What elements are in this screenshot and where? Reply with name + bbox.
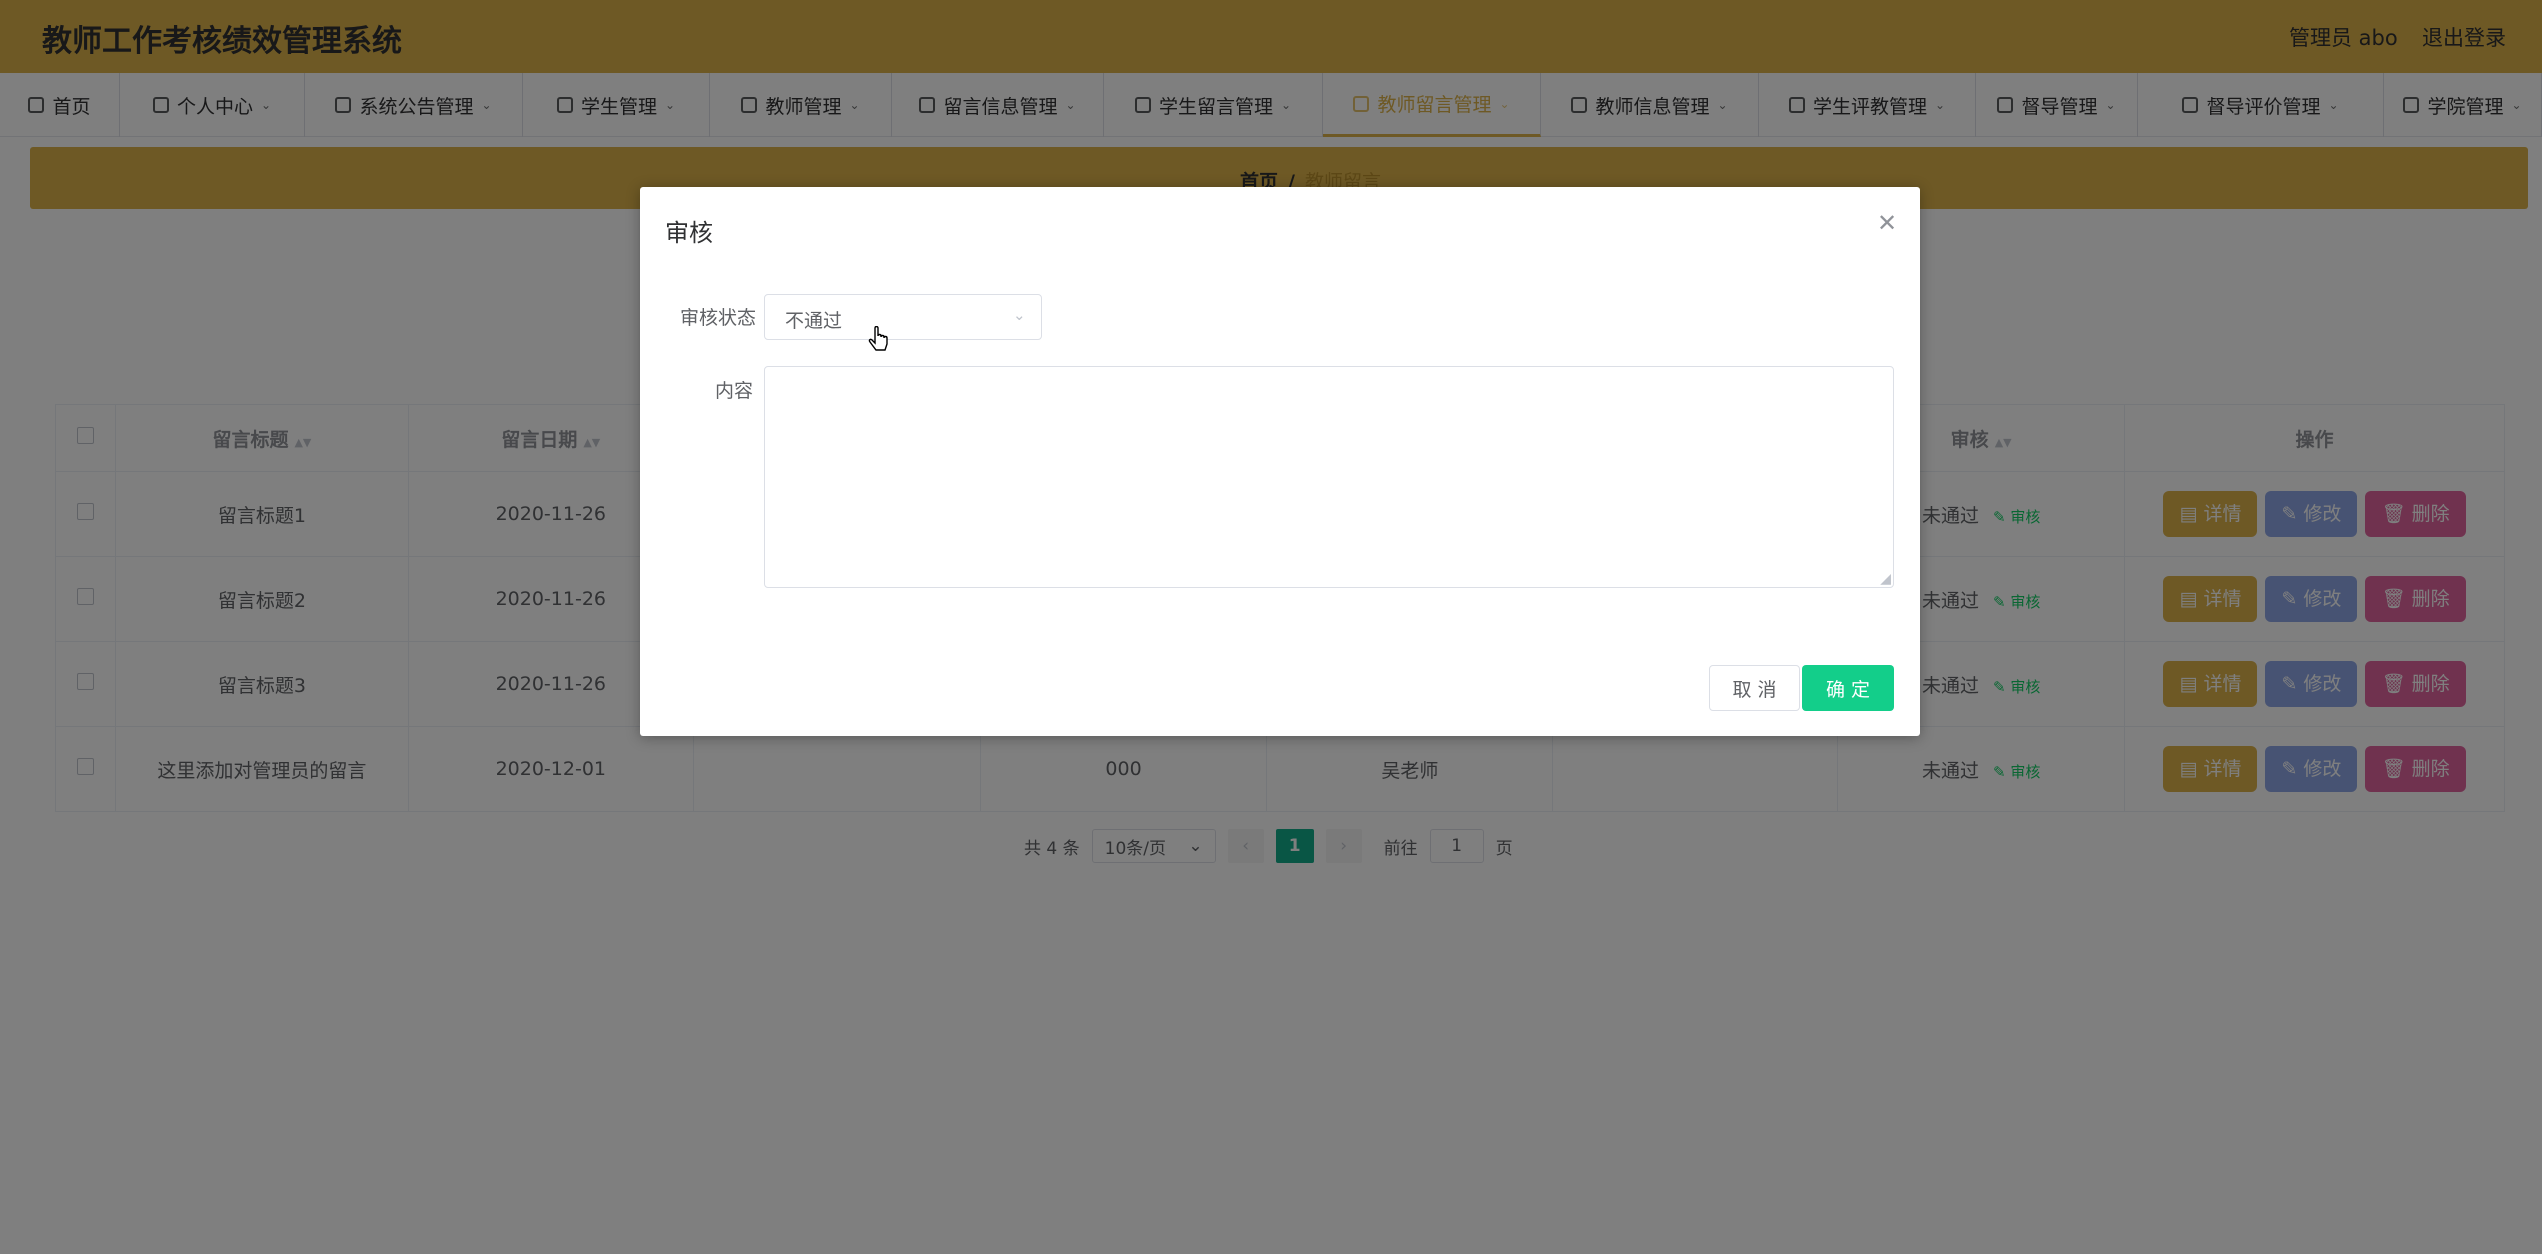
cancel-button[interactable]: 取 消 xyxy=(1709,665,1800,711)
resize-handle-icon[interactable]: ◢ xyxy=(1880,571,1891,587)
audit-status-value: 不通过 xyxy=(785,310,843,332)
chevron-down-icon: ⌄ xyxy=(1013,306,1026,324)
pointer-cursor-icon xyxy=(868,326,888,351)
audit-dialog: 审核 ✕ 审核状态 不通过 ⌄ 内容 ◢ 取 消 确 定 xyxy=(640,187,1920,736)
audit-status-label: 审核状态 xyxy=(680,307,757,329)
content-label: 内容 xyxy=(715,380,754,402)
dialog-title: 审核 xyxy=(665,219,713,247)
audit-status-select[interactable]: 不通过 ⌄ xyxy=(764,294,1042,340)
close-icon[interactable]: ✕ xyxy=(1877,209,1897,237)
confirm-button[interactable]: 确 定 xyxy=(1802,665,1894,711)
content-textarea[interactable]: ◢ xyxy=(764,366,1894,588)
